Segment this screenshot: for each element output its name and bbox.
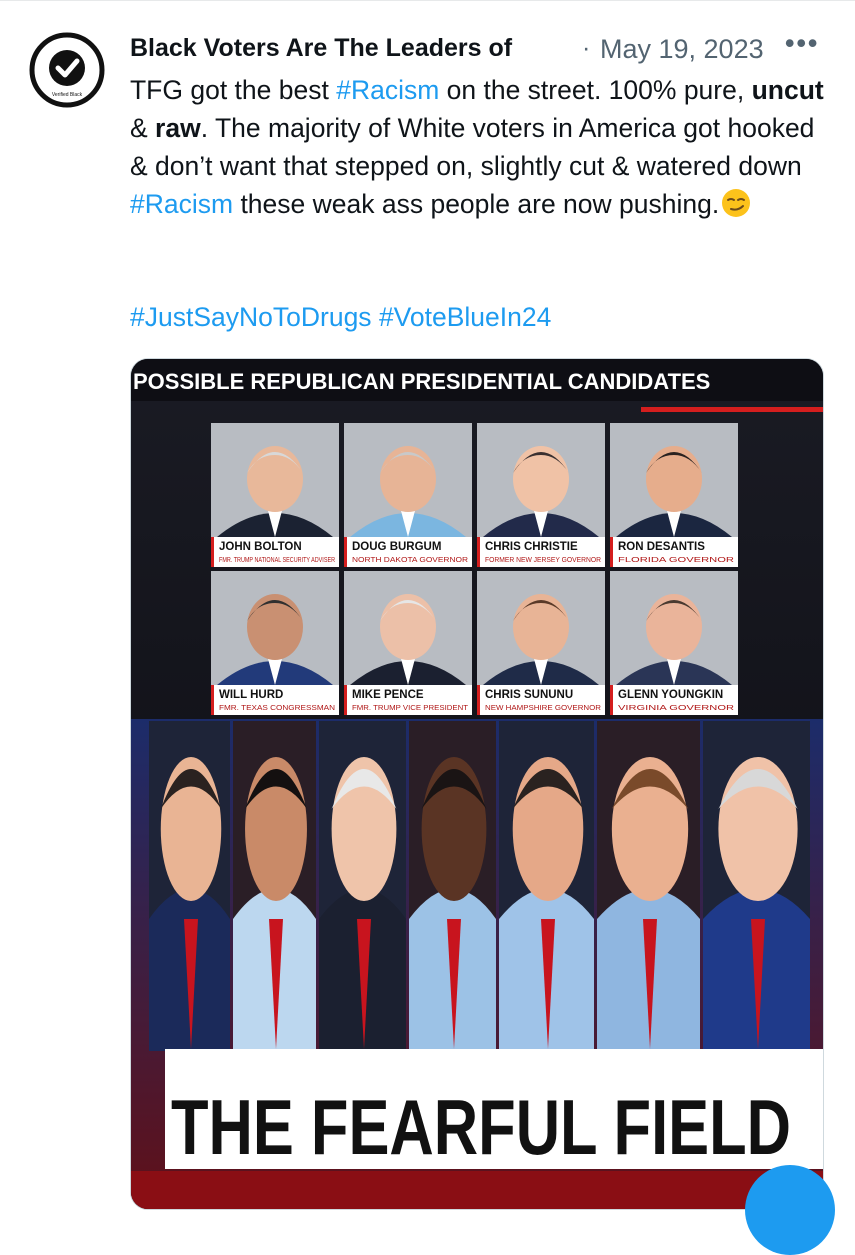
text-segment: . The majority of White voters in Americ… [130, 113, 815, 181]
bold-text: uncut [751, 75, 824, 105]
candidate-card: JOHN BOLTON FMR. TRUMP NATIONAL SECURITY … [211, 423, 339, 567]
candidate-card: WILL HURD FMR. TEXAS CONGRESSMAN [211, 571, 339, 715]
text-segment: & [130, 113, 156, 143]
candidate-photo-strip [149, 721, 810, 1051]
strip-portrait [319, 721, 406, 1051]
hashtag-link[interactable]: #Racism [130, 189, 233, 219]
strip-portrait [149, 721, 230, 1051]
candidate-name: JOHN BOLTON [219, 541, 302, 553]
tweet-date[interactable]: May 19, 2023 [600, 34, 764, 65]
candidate-name: WILL HURD [219, 689, 283, 701]
more-horizontal-icon[interactable]: ••• [785, 28, 819, 59]
text-segment: these weak ass people are now pushing. [233, 189, 720, 219]
candidate-title: NORTH DAKOTA GOVERNOR [352, 555, 468, 564]
hashtag-link[interactable]: #Racism [336, 75, 439, 105]
strip-portrait [233, 721, 316, 1051]
candidate-name: CHRIS SUNUNU [485, 689, 573, 701]
tweet-header: Black Voters Are The Leaders of · May 19… [130, 28, 845, 70]
hashtag-link[interactable]: #JustSayNoToDrugs [130, 302, 372, 332]
candidate-title: FLORIDA GOVERNOR [618, 555, 734, 564]
candidate-card: RON DESANTIS FLORIDA GOVERNOR [610, 423, 738, 567]
candidate-card: MIKE PENCE FMR. TRUMP VICE PRESIDENT [344, 571, 472, 715]
hashtag-link[interactable]: #VoteBlueIn24 [379, 302, 551, 332]
caption-footer-bar [131, 1171, 823, 1209]
candidate-title: FMR. TRUMP NATIONAL SECURITY ADVISER [219, 555, 335, 564]
text-segment: on the street. 100% pure, [439, 75, 752, 105]
compose-button[interactable] [745, 1165, 835, 1255]
tweet-text: TFG got the best #Racism on the street. … [130, 71, 830, 223]
text-segment: TFG got the best [130, 75, 337, 105]
candidate-title: FMR. TEXAS CONGRESSMAN [219, 703, 335, 712]
smirking-face-emoji-icon [721, 188, 751, 218]
candidate-name: CHRIS CHRISTIE [485, 541, 578, 553]
author-name[interactable]: Black Voters Are The Leaders of [130, 34, 512, 63]
strip-portrait [703, 721, 810, 1051]
hashtag-line: #JustSayNoToDrugs #VoteBlueIn24 [130, 298, 551, 336]
strip-portrait [409, 721, 496, 1051]
candidate-name: GLENN YOUNGKIN [618, 689, 723, 701]
lower-caption: THE FEARFUL FIELD [171, 1083, 791, 1171]
tweet-media-image[interactable]: POSSIBLE REPUBLICAN PRESIDENTIAL CANDIDA… [130, 358, 824, 1210]
checkmark-badge-icon: Verified Black [29, 32, 105, 108]
candidate-name: RON DESANTIS [618, 541, 705, 553]
candidate-name: MIKE PENCE [352, 689, 424, 701]
candidate-title: FORMER NEW JERSEY GOVERNOR [485, 555, 601, 564]
banner-text: POSSIBLE REPUBLICAN PRESIDENTIAL CANDIDA… [133, 369, 710, 394]
strip-portrait [597, 721, 700, 1051]
banner-accent-line [641, 407, 823, 412]
candidate-card: GLENN YOUNGKIN VIRGINIA GOVERNOR [610, 571, 738, 715]
candidate-title: NEW HAMPSHIRE GOVERNOR [485, 703, 601, 712]
candidate-title: VIRGINIA GOVERNOR [618, 703, 734, 712]
candidate-card: CHRIS SUNUNU NEW HAMPSHIRE GOVERNOR [477, 571, 605, 715]
top-divider [0, 0, 855, 1]
bold-text: raw [155, 113, 201, 143]
candidate-title: FMR. TRUMP VICE PRESIDENT [352, 703, 469, 712]
candidate-name: DOUG BURGUM [352, 541, 441, 553]
strip-portrait [499, 721, 594, 1051]
candidate-card: DOUG BURGUM NORTH DAKOTA GOVERNOR [344, 423, 472, 567]
avatar-badge-text: Verified Black [52, 92, 83, 98]
separator-dot: · [582, 34, 591, 62]
candidate-card: CHRIS CHRISTIE FORMER NEW JERSEY GOVERNOR [477, 423, 605, 567]
avatar[interactable]: Verified Black [28, 31, 106, 109]
